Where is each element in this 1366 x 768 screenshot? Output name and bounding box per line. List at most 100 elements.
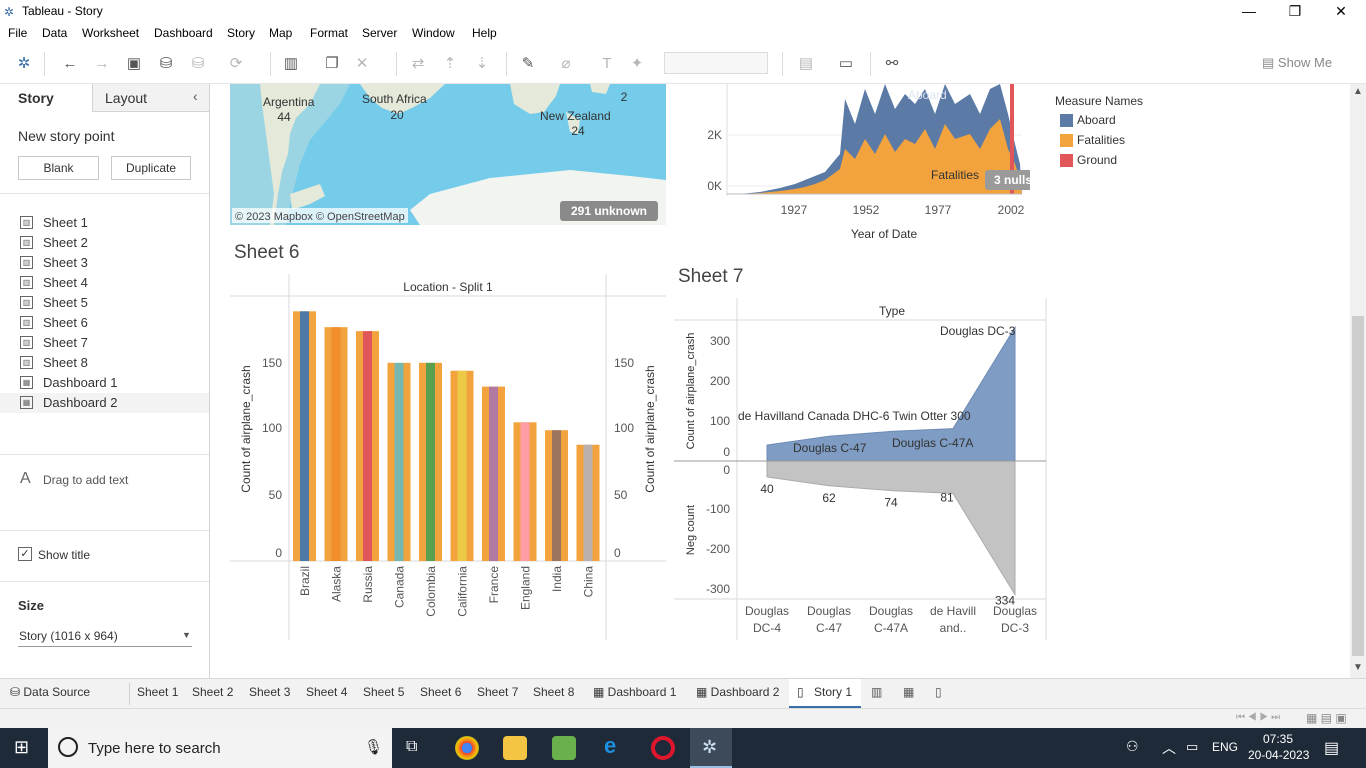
opera-icon[interactable] bbox=[651, 736, 675, 760]
tableau-home-icon[interactable]: ✲ bbox=[14, 54, 34, 74]
new-dashboard-tab-icon[interactable]: ▦ bbox=[903, 685, 914, 699]
sort-ascending-icon[interactable]: ⇡ bbox=[440, 54, 460, 74]
menu-format[interactable]: Format bbox=[310, 26, 348, 40]
legend-label-fatalities[interactable]: Fatalities bbox=[1077, 133, 1125, 147]
sheet-item-2[interactable]: ▥ Sheet 2 bbox=[0, 233, 209, 253]
presentation-mode-icon[interactable]: ▭ bbox=[836, 54, 856, 74]
dashboard-item-1[interactable]: ▦ Dashboard 1 bbox=[0, 373, 209, 393]
new-story-tab-icon[interactable]: ▯ bbox=[935, 685, 942, 699]
fit-dropdown[interactable] bbox=[664, 52, 768, 74]
swap-rows-columns-icon[interactable]: ⇄ bbox=[408, 54, 428, 74]
tab-navigation-icons[interactable]: ⏮ ◀ ▶ ⏭ bbox=[1236, 712, 1280, 723]
bar-colombia-inner[interactable] bbox=[426, 362, 435, 561]
tab-sheet-4[interactable]: Sheet 4 bbox=[306, 685, 347, 699]
taskbar-search[interactable]: Type here to search 🎙 bbox=[48, 728, 392, 768]
pause-updates-icon[interactable]: ⛁ bbox=[188, 54, 208, 74]
bar-canada-inner[interactable] bbox=[394, 362, 404, 561]
clock-time[interactable]: 07:35 bbox=[1263, 732, 1293, 746]
sheet-item-6[interactable]: ▥ Sheet 6 bbox=[0, 313, 209, 333]
redo-icon[interactable]: → bbox=[92, 54, 112, 74]
language-indicator[interactable]: ENG bbox=[1212, 740, 1238, 754]
sheet-item-1[interactable]: ▥ Sheet 1 bbox=[0, 213, 209, 233]
dashboard-item-2[interactable]: ▦ Dashboard 2 bbox=[0, 393, 209, 413]
grid-view-icons[interactable]: ▦ ▤ ▣ bbox=[1306, 711, 1347, 725]
type-diverging-area-chart[interactable]: Type Count of airplane_crash Neg count 3… bbox=[674, 298, 1054, 644]
duplicate-sheet-icon[interactable]: ❐ bbox=[322, 54, 342, 74]
minimize-button[interactable]: — bbox=[1234, 2, 1264, 22]
sheet-item-3[interactable]: ▥ Sheet 3 bbox=[0, 253, 209, 273]
sheet-item-5[interactable]: ▥ Sheet 5 bbox=[0, 293, 209, 313]
tab-sheet-5[interactable]: Sheet 5 bbox=[363, 685, 404, 699]
sort-descending-icon[interactable]: ⇣ bbox=[472, 54, 492, 74]
menu-story[interactable]: Story bbox=[227, 26, 255, 40]
tab-dashboard-1[interactable]: ▦ Dashboard 1 bbox=[593, 685, 676, 699]
fit-width-icon[interactable]: ▤ bbox=[796, 54, 816, 74]
group-icon[interactable]: ⌀ bbox=[556, 54, 576, 74]
menu-window[interactable]: Window bbox=[412, 26, 455, 40]
stack-app-icon[interactable] bbox=[552, 736, 576, 760]
bar-france-inner[interactable] bbox=[489, 386, 498, 561]
close-button[interactable]: ✕ bbox=[1326, 2, 1356, 22]
show-title-checkbox[interactable]: ✓ bbox=[18, 547, 32, 561]
tab-sheet-1[interactable]: Sheet 1 bbox=[137, 685, 178, 699]
menu-file[interactable]: File bbox=[8, 26, 27, 40]
scrollbar-thumb[interactable] bbox=[1352, 316, 1364, 656]
refresh-icon[interactable]: ⟳ bbox=[226, 54, 246, 74]
chrome-icon[interactable] bbox=[455, 736, 479, 760]
sheet-item-7[interactable]: ▥ Sheet 7 bbox=[0, 333, 209, 353]
show-labels-icon[interactable]: T bbox=[597, 54, 617, 74]
edge-icon[interactable]: e bbox=[604, 733, 616, 759]
menu-worksheet[interactable]: Worksheet bbox=[82, 26, 139, 40]
tab-story[interactable]: Story bbox=[0, 84, 92, 112]
windows-start-icon[interactable]: ⊞ bbox=[14, 737, 29, 758]
menu-dashboard[interactable]: Dashboard bbox=[154, 26, 213, 40]
tab-sheet-7[interactable]: Sheet 7 bbox=[477, 685, 518, 699]
legend-label-aboard[interactable]: Aboard bbox=[1077, 113, 1116, 127]
microphone-icon[interactable]: 🎙 bbox=[364, 738, 383, 756]
file-explorer-icon[interactable] bbox=[503, 736, 527, 760]
clear-sheet-icon[interactable]: ✕ bbox=[352, 54, 372, 74]
tab-dashboard-2[interactable]: ▦ Dashboard 2 bbox=[696, 685, 779, 699]
menu-help[interactable]: Help bbox=[472, 26, 497, 40]
new-worksheet-icon[interactable]: ▥ bbox=[281, 54, 301, 74]
highlight-icon[interactable]: ✎ bbox=[518, 54, 538, 74]
location-bar-chart[interactable]: Location - Split 1 Count of airplane_cra… bbox=[230, 274, 666, 644]
text-object-icon[interactable]: A bbox=[20, 470, 31, 488]
collapse-panel-icon[interactable]: ‹ bbox=[193, 88, 198, 104]
sheet-item-8[interactable]: ▥ Sheet 8 bbox=[0, 353, 209, 373]
neg-count-area[interactable] bbox=[766, 460, 1016, 597]
bar-india-inner[interactable] bbox=[552, 430, 561, 561]
sheet-item-4[interactable]: ▥ Sheet 4 bbox=[0, 273, 209, 293]
bar-russia-inner[interactable] bbox=[363, 331, 372, 561]
show-hidden-icons[interactable]: ︿ bbox=[1162, 738, 1176, 758]
people-icon[interactable]: ⚇ bbox=[1126, 738, 1139, 755]
tab-data-source[interactable]: ⛁ Data Source bbox=[10, 685, 90, 699]
menu-data[interactable]: Data bbox=[42, 26, 67, 40]
tableau-taskbar-button[interactable]: ✲ bbox=[690, 728, 732, 768]
save-icon[interactable]: ▣ bbox=[124, 54, 144, 74]
battery-icon[interactable]: ▭ bbox=[1186, 739, 1198, 755]
bar-california-inner[interactable] bbox=[457, 370, 467, 561]
bar-alaska-inner[interactable] bbox=[331, 327, 341, 561]
year-area-chart[interactable]: 2K 0K 1927 1952 1977 2002 Year of Date A… bbox=[690, 84, 1030, 249]
scroll-up-icon[interactable]: ▲ bbox=[1353, 86, 1363, 97]
bar-brazil-inner[interactable] bbox=[300, 311, 309, 561]
tab-sheet-6[interactable]: Sheet 6 bbox=[420, 685, 461, 699]
tab-layout[interactable]: Layout ‹ bbox=[92, 84, 209, 112]
duplicate-button[interactable]: Duplicate bbox=[111, 156, 191, 180]
tab-sheet-2[interactable]: Sheet 2 bbox=[192, 685, 233, 699]
tab-sheet-8[interactable]: Sheet 8 bbox=[533, 685, 574, 699]
show-me-button[interactable]: ▤ Show Me bbox=[1262, 55, 1332, 71]
restore-button[interactable]: ❐ bbox=[1280, 2, 1310, 22]
clock-date[interactable]: 20-04-2023 bbox=[1248, 748, 1309, 762]
blank-button[interactable]: Blank bbox=[18, 156, 99, 180]
notifications-icon[interactable]: ▤ bbox=[1324, 738, 1339, 758]
menu-map[interactable]: Map bbox=[269, 26, 292, 40]
tab-story-1[interactable]: ▯ Story 1 bbox=[789, 679, 861, 708]
tab-sheet-3[interactable]: Sheet 3 bbox=[249, 685, 290, 699]
crash-map[interactable]: Argentina 44 South Africa 20 New Zealand… bbox=[230, 84, 666, 225]
task-view-icon[interactable]: ⧉ bbox=[406, 738, 417, 756]
legend-label-ground[interactable]: Ground bbox=[1077, 153, 1117, 167]
share-icon[interactable]: ⚯ bbox=[882, 54, 902, 74]
menu-server[interactable]: Server bbox=[362, 26, 397, 40]
